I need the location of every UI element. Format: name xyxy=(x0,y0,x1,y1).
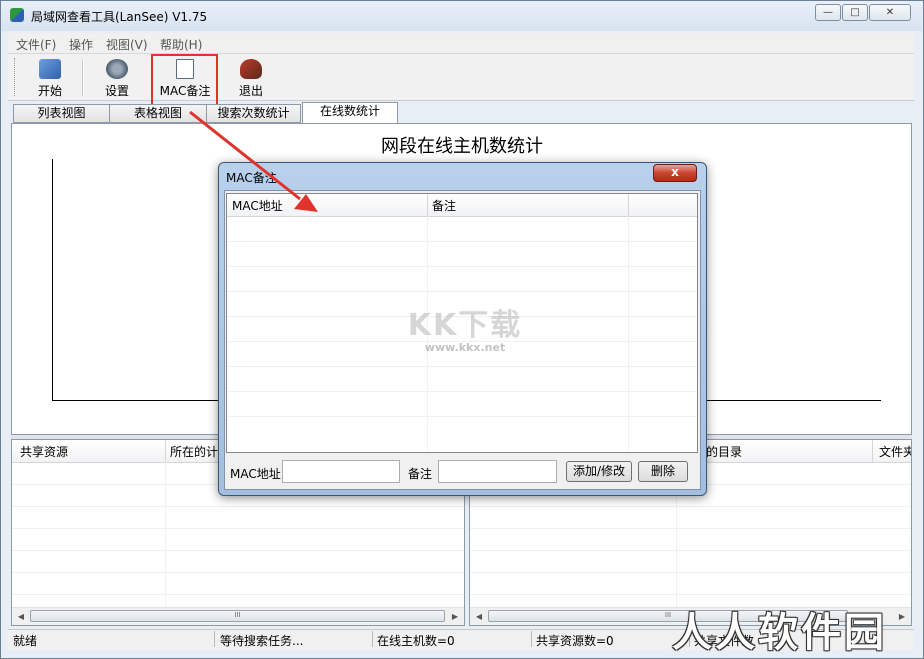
status-shared-resources: 共享资源数=0 xyxy=(536,634,614,648)
kk-watermark-logo: KK下载 xyxy=(407,308,523,343)
toolbar-grip xyxy=(14,58,18,96)
column-header-computer[interactable]: 所在的计 xyxy=(170,443,218,460)
delete-button[interactable]: 删除 xyxy=(638,461,688,482)
status-divider xyxy=(372,631,373,647)
column-header-directory[interactable]: 的目录 xyxy=(706,443,742,460)
chart-y-axis xyxy=(52,159,53,400)
note-input[interactable] xyxy=(438,460,557,483)
add-modify-button[interactable]: 添加/修改 xyxy=(566,461,632,482)
corner-watermark: 人人软件园 xyxy=(672,610,887,656)
status-divider xyxy=(531,631,532,647)
list-header: MAC地址 备注 xyxy=(227,194,697,217)
maximize-button[interactable]: □ xyxy=(842,4,868,21)
kk-watermark: KK下载 www.kkx.net xyxy=(400,300,530,354)
column-header-note[interactable]: 备注 xyxy=(432,197,456,214)
menu-view[interactable]: 视图(V) xyxy=(106,36,148,53)
menu-operate[interactable]: 操作 xyxy=(69,36,93,53)
tab-list-view[interactable]: 列表视图 xyxy=(13,104,110,123)
scroll-right-icon[interactable]: ▶ xyxy=(895,610,909,623)
menu-file[interactable]: 文件(F) xyxy=(16,36,56,53)
scroll-left-icon[interactable]: ◀ xyxy=(472,610,486,623)
status-ready: 就绪 xyxy=(13,634,38,648)
chart-title: 网段在线主机数统计 xyxy=(381,136,543,157)
column-divider[interactable] xyxy=(165,440,166,462)
exit-label: 退出 xyxy=(238,84,263,98)
close-button[interactable]: ✕ xyxy=(869,4,911,21)
column-header-folder[interactable]: 文件夹 xyxy=(879,443,911,460)
tab-online-stats[interactable]: 在线数统计 xyxy=(302,102,398,124)
start-icon xyxy=(39,59,61,79)
column-divider[interactable] xyxy=(628,194,629,216)
settings-icon xyxy=(106,59,128,79)
horizontal-scrollbar[interactable]: ◀ III ▶ xyxy=(12,607,464,625)
toolbar xyxy=(8,54,914,101)
column-divider[interactable] xyxy=(872,440,873,462)
tab-search-stats[interactable]: 搜索次数统计 xyxy=(206,104,301,123)
menu-help[interactable]: 帮助(H) xyxy=(160,36,202,53)
mac-address-input[interactable] xyxy=(282,460,400,483)
scroll-thumb[interactable]: III xyxy=(30,610,445,622)
minimize-button[interactable]: — xyxy=(815,4,841,21)
toolbar-separator xyxy=(82,60,84,96)
note-label: 备注 xyxy=(408,467,433,481)
settings-button[interactable]: 设置 xyxy=(97,56,137,100)
app-icon xyxy=(10,8,24,22)
scroll-right-icon[interactable]: ▶ xyxy=(448,610,462,623)
exit-icon xyxy=(240,59,262,79)
window-title: 局域网查看工具(LanSee) V1.75 xyxy=(31,10,208,24)
column-divider[interactable] xyxy=(427,194,428,216)
dialog-title: MAC备注 xyxy=(226,171,277,185)
status-divider xyxy=(214,631,215,647)
dialog-close-button[interactable]: x xyxy=(653,164,697,182)
exit-button[interactable]: 退出 xyxy=(231,56,271,100)
scroll-left-icon[interactable]: ◀ xyxy=(14,610,28,623)
status-task: 等待搜索任务... xyxy=(220,634,304,648)
settings-label: 设置 xyxy=(104,84,129,98)
start-button[interactable]: 开始 xyxy=(30,56,70,100)
mac-address-label: MAC地址 xyxy=(230,467,281,481)
status-online-hosts: 在线主机数=0 xyxy=(377,634,455,648)
tab-table-view[interactable]: 表格视图 xyxy=(109,104,207,123)
column-header-shared-resource[interactable]: 共享资源 xyxy=(20,443,68,460)
column-header-mac-address[interactable]: MAC地址 xyxy=(232,197,283,214)
start-label: 开始 xyxy=(37,84,62,98)
